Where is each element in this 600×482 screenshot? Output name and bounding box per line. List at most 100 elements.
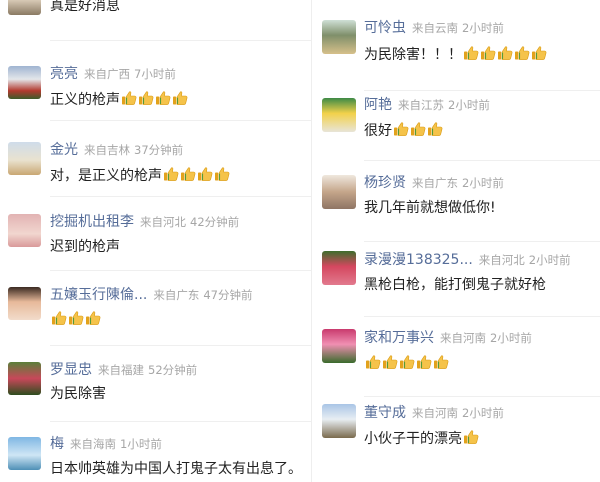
thumbs-up-icon (365, 354, 381, 370)
comment-item[interactable]: 家和万事兴 来自河南 2小时前 (312, 316, 600, 396)
comment-text: 黑枪白枪，能打倒鬼子就好枪 (364, 274, 546, 296)
timestamp: 2小时前 (462, 176, 504, 190)
avatar[interactable] (8, 0, 41, 15)
comment-text: 正义的枪声 (50, 89, 188, 111)
comment-list-left[interactable]: 真是好消息 亮亮 来自广西 7小时前 正义的枪声 金光 来自吉林 37分钟前 对，是正义的枪声挖… (0, 0, 315, 482)
comment-header: 阿艳 来自江苏 2小时前 (364, 97, 490, 113)
comment-header: 挖掘机出租李 来自河北 42分钟前 (50, 214, 239, 230)
comment-item[interactable]: 挖掘机出租李 来自河北 42分钟前 迟到的枪声 (0, 196, 315, 276)
username[interactable]: 五孃玉行陳倫... (50, 287, 147, 303)
thumbs-up-icon (433, 354, 449, 370)
timestamp: 37分钟前 (134, 143, 184, 157)
username[interactable]: 可怜虫 (364, 20, 406, 36)
location-label: 来自云南 (412, 21, 458, 35)
location-label: 来自河南 (412, 406, 458, 420)
timestamp: 2小时前 (490, 331, 532, 345)
username[interactable]: 阿艳 (364, 97, 392, 113)
comment-text: 对，是正义的枪声 (50, 165, 230, 187)
avatar[interactable] (322, 329, 356, 363)
username[interactable]: 杨珍贤 (364, 175, 406, 191)
comment-item[interactable]: 五孃玉行陳倫... 来自广东 47分钟前 (0, 270, 315, 350)
comment-item[interactable]: 罗显忠 来自福建 52分钟前 为民除害 (0, 345, 315, 425)
comment-header: 金光 来自吉林 37分钟前 (50, 142, 183, 158)
thumbs-up-icon (180, 166, 196, 182)
timestamp: 47分钟前 (203, 288, 253, 302)
comment-text: 很好 (364, 120, 443, 142)
thumbs-up-icon (497, 45, 513, 61)
avatar[interactable] (322, 404, 356, 438)
thumbs-up-icon (463, 45, 479, 61)
timestamp: 7小时前 (134, 67, 176, 81)
thumbs-up-icon (163, 166, 179, 182)
comment-text: 为民除害 (50, 383, 106, 405)
avatar[interactable] (322, 175, 356, 209)
avatar[interactable] (8, 287, 41, 320)
comment-header: 录漫漫138325... 来自河北 2小时前 (364, 252, 571, 268)
comment-body: 对，是正义的枪声 (50, 168, 162, 184)
username[interactable]: 挖掘机出租李 (50, 214, 134, 230)
thumbs-up-icon (416, 354, 432, 370)
comment-text: 迟到的枪声 (50, 236, 120, 258)
comment-text (50, 309, 101, 331)
username[interactable]: 录漫漫138325... (364, 252, 473, 268)
comment-body: 迟到的枪声 (50, 239, 120, 255)
username[interactable]: 家和万事兴 (364, 330, 434, 346)
comment-header: 董守成 来自河南 2小时前 (364, 405, 504, 421)
avatar[interactable] (8, 214, 41, 247)
thumbs-up-icon (214, 166, 230, 182)
comment-text (364, 353, 449, 375)
username[interactable]: 董守成 (364, 405, 406, 421)
comment-header: 亮亮 来自广西 7小时前 (50, 66, 176, 82)
location-label: 来自江苏 (398, 98, 444, 112)
avatar[interactable] (322, 20, 356, 54)
thumbs-up-icon (51, 310, 67, 326)
comment-item[interactable]: 梅来自海南 1小时前日本帅英雄为中国人打鬼子太有出息了。 (0, 421, 315, 482)
avatar[interactable] (322, 251, 356, 285)
thumbs-up-icon (399, 354, 415, 370)
thumbs-up-icon (427, 121, 443, 137)
username[interactable]: 梅 (50, 436, 64, 452)
location-label: 来自广西 (84, 67, 130, 81)
comment-item[interactable]: 亮亮 来自广西 7小时前正义的枪声 (0, 44, 315, 124)
location-label: 来自吉林 (84, 143, 130, 157)
comment-list-right[interactable]: 可怜虫 来自云南 2小时前 为民除害！！！ 阿艳 来自江苏 2小时前 很好 杨珍贤 来自广东 2小时… (311, 0, 600, 482)
username[interactable]: 亮亮 (50, 66, 78, 82)
comment-text: 小伙子干的漂亮 (364, 428, 479, 450)
comment-item[interactable]: 杨珍贤 来自广东 2小时前我几年前就想做低你! (312, 160, 600, 240)
comment-text: 我几年前就想做低你! (364, 197, 496, 219)
comment-item[interactable]: 可怜虫 来自云南 2小时前 为民除害！！！ (312, 0, 600, 80)
avatar[interactable] (322, 98, 356, 132)
location-label: 来自河南 (440, 331, 486, 345)
comment-body: 为民除害 (50, 386, 106, 402)
thumbs-up-icon (85, 310, 101, 326)
comment-item[interactable]: 董守成 来自河南 2小时前小伙子干的漂亮 (312, 396, 600, 476)
comment-header: 罗显忠 来自福建 52分钟前 (50, 362, 197, 378)
username[interactable]: 罗显忠 (50, 362, 92, 378)
comment-text: 日本帅英雄为中国人打鬼子太有出息了。 (50, 458, 302, 480)
avatar[interactable] (8, 437, 41, 470)
comment-item[interactable]: 录漫漫138325... 来自河北 2小时前 黑枪白枪，能打倒鬼子就好枪 (312, 241, 600, 321)
username[interactable]: 金光 (50, 142, 78, 158)
comment-body: 为民除害！！！ (364, 47, 462, 63)
avatar[interactable] (8, 142, 41, 175)
timestamp: 42分钟前 (190, 215, 240, 229)
comment-item[interactable]: 阿艳 来自江苏 2小时前 很好 (312, 90, 600, 170)
avatar[interactable] (8, 362, 41, 395)
comment-text: 真是好消息 (50, 0, 120, 17)
thumbs-up-icon (514, 45, 530, 61)
comment-body: 很好 (364, 123, 392, 139)
comment-header: 杨珍贤 来自广东 2小时前 (364, 175, 504, 191)
thumbs-up-icon (138, 90, 154, 106)
timestamp: 1小时前 (120, 437, 162, 451)
thumbs-up-icon (531, 45, 547, 61)
comment-body: 黑枪白枪，能打倒鬼子就好枪 (364, 277, 546, 293)
comment-item[interactable]: 金光 来自吉林 37分钟前对，是正义的枪声 (0, 120, 315, 200)
comment-header: 梅来自海南 1小时前 (50, 436, 162, 452)
timestamp: 52分钟前 (148, 363, 198, 377)
comment-body: 日本帅英雄为中国人打鬼子太有出息了。 (50, 461, 302, 477)
thumbs-up-icon (155, 90, 171, 106)
location-label: 来自海南 (70, 437, 116, 451)
comment-header: 五孃玉行陳倫... 来自广东 47分钟前 (50, 287, 253, 303)
avatar[interactable] (8, 66, 41, 99)
comment-header: 家和万事兴 来自河南 2小时前 (364, 330, 532, 346)
